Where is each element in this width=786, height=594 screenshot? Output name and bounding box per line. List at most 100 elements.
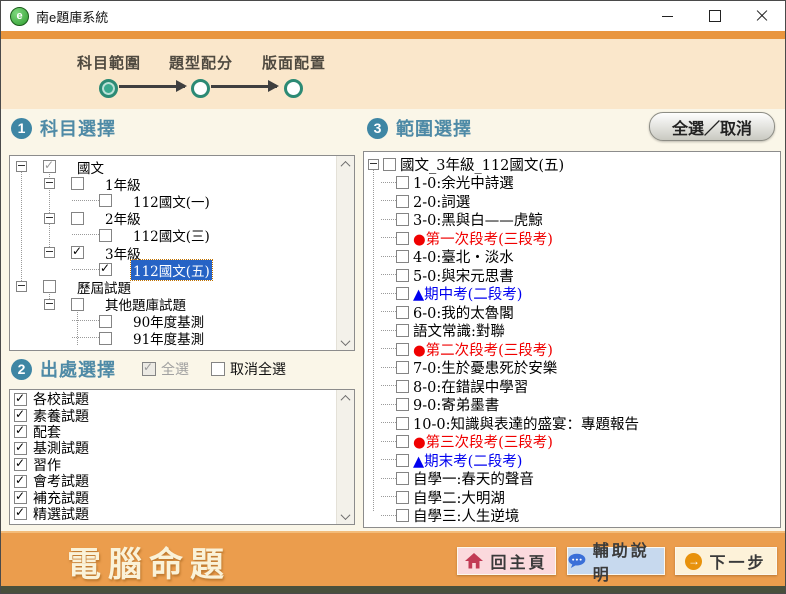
tree-row[interactable]: 9-0:寄弟墨書 bbox=[364, 396, 762, 414]
node-checkbox[interactable] bbox=[99, 194, 112, 208]
tree-row[interactable]: 自學二:大明湖 bbox=[364, 488, 762, 507]
item-checkbox[interactable] bbox=[14, 407, 27, 423]
step-circle-3-icon[interactable] bbox=[284, 79, 303, 98]
tree-row[interactable]: 3-0:黑與白——虎鯨 bbox=[364, 211, 762, 229]
maximize-button[interactable] bbox=[691, 1, 738, 31]
node-checkbox[interactable] bbox=[396, 509, 409, 523]
node-checkbox[interactable] bbox=[396, 194, 409, 208]
node-label[interactable]: 自學三:人生逆境 bbox=[411, 505, 521, 526]
item-checkbox[interactable] bbox=[14, 423, 27, 439]
tree-row[interactable]: 3年級 bbox=[10, 244, 336, 263]
node-checkbox[interactable] bbox=[396, 213, 409, 227]
tree-row[interactable]: 自學三:人生逆境 bbox=[364, 505, 762, 526]
step-circle-2-icon[interactable] bbox=[191, 79, 210, 98]
scroll-up-icon[interactable] bbox=[337, 156, 354, 172]
scroll-down-icon[interactable] bbox=[337, 334, 354, 350]
node-label[interactable]: 91年度基測 bbox=[131, 328, 206, 348]
home-button[interactable]: 回主頁 bbox=[457, 547, 556, 575]
deselect-all-checkbox[interactable]: 取消全選 bbox=[211, 359, 286, 379]
node-checkbox[interactable] bbox=[396, 305, 409, 319]
tree-row[interactable]: 112國文(五) bbox=[10, 258, 336, 281]
tree-row[interactable]: 其他題庫試題 bbox=[10, 296, 336, 314]
tree-row[interactable]: 4-0:臺北・淡水 bbox=[364, 248, 762, 266]
node-checkbox[interactable] bbox=[71, 297, 84, 311]
source-list-scrollbar[interactable] bbox=[336, 390, 354, 524]
node-checkbox[interactable] bbox=[396, 342, 409, 356]
deselect-all-checkbox-icon[interactable] bbox=[211, 362, 225, 376]
step-circle-1-icon[interactable] bbox=[99, 79, 118, 98]
node-checkbox[interactable] bbox=[396, 379, 409, 393]
expander-minus-icon[interactable] bbox=[44, 298, 55, 310]
node-checkbox[interactable] bbox=[71, 244, 84, 260]
node-checkbox[interactable] bbox=[71, 211, 84, 225]
expander-minus-icon[interactable] bbox=[16, 161, 27, 173]
select-all-checkbox[interactable]: 全選 bbox=[142, 359, 189, 379]
tree-row[interactable]: 國文 bbox=[10, 157, 336, 177]
expander-minus-icon[interactable] bbox=[44, 212, 55, 224]
tree-row[interactable]: 10-0:知識與表達的盛宴：專題報告 bbox=[364, 414, 762, 433]
tree-row[interactable]: 2年級 bbox=[10, 210, 336, 228]
scroll-down-icon[interactable] bbox=[337, 508, 354, 524]
node-checkbox[interactable] bbox=[396, 453, 409, 467]
expander-minus-icon[interactable] bbox=[44, 178, 55, 190]
node-checkbox[interactable] bbox=[396, 231, 409, 245]
tree-row[interactable]: 語文常識:對聯 bbox=[364, 322, 762, 340]
tree-row[interactable]: ●第二次段考(三段考) bbox=[364, 340, 762, 359]
node-label[interactable]: 112國文(三) bbox=[131, 225, 212, 245]
item-checkbox[interactable] bbox=[14, 489, 27, 505]
node-checkbox[interactable] bbox=[396, 398, 409, 412]
tree-row[interactable]: 2-0:詞選 bbox=[364, 192, 762, 211]
node-checkbox[interactable] bbox=[396, 287, 409, 301]
help-button[interactable]: 輔助說明 bbox=[567, 543, 665, 584]
tree-row[interactable]: 歷屆試題 bbox=[10, 278, 336, 297]
node-checkbox[interactable] bbox=[396, 361, 409, 375]
node-checkbox[interactable] bbox=[99, 314, 112, 328]
expander-minus-icon[interactable] bbox=[44, 247, 55, 259]
subject-tree-scrollbar[interactable] bbox=[336, 156, 354, 350]
tree-row[interactable]: ▲期中考(二段考) bbox=[364, 285, 762, 303]
tree-row[interactable]: 1年級 bbox=[10, 175, 336, 194]
tree-row[interactable]: 112國文(一) bbox=[10, 191, 336, 211]
node-checkbox[interactable] bbox=[396, 472, 409, 486]
node-checkbox[interactable] bbox=[383, 157, 396, 171]
tree-row[interactable]: 8-0:在錯誤中學習 bbox=[364, 377, 762, 396]
expander-minus-icon[interactable] bbox=[368, 158, 379, 170]
node-checkbox[interactable] bbox=[43, 158, 56, 174]
scroll-up-icon[interactable] bbox=[337, 390, 354, 406]
tree-row[interactable]: 自學一:春天的聲音 bbox=[364, 470, 762, 488]
node-label[interactable]: 112國文(一) bbox=[131, 191, 212, 211]
tree-row[interactable]: 1-0:余光中詩選 bbox=[364, 174, 762, 192]
close-button[interactable] bbox=[738, 1, 785, 31]
tree-row[interactable]: 90年度基測 bbox=[10, 313, 336, 331]
tree-row[interactable]: 國文_3年級_112國文(五) bbox=[364, 155, 762, 174]
node-checkbox[interactable] bbox=[396, 324, 409, 338]
source-item[interactable]: 精選試題 bbox=[10, 505, 336, 523]
item-checkbox[interactable] bbox=[14, 456, 27, 472]
toggle-select-all-button[interactable]: 全選／取消 bbox=[649, 112, 775, 141]
node-checkbox[interactable] bbox=[396, 250, 409, 264]
item-checkbox[interactable] bbox=[14, 391, 27, 406]
tree-row[interactable]: 7-0:生於憂患死於安樂 bbox=[364, 359, 762, 377]
item-checkbox[interactable] bbox=[14, 505, 27, 521]
tree-row[interactable]: ●第一次段考(三段考) bbox=[364, 229, 762, 248]
node-checkbox[interactable] bbox=[99, 228, 112, 242]
node-checkbox[interactable] bbox=[396, 490, 409, 504]
node-checkbox[interactable] bbox=[396, 416, 409, 430]
next-step-button[interactable]: → 下一步 bbox=[675, 547, 777, 575]
tree-row[interactable]: 91年度基測 bbox=[10, 328, 336, 348]
node-checkbox[interactable] bbox=[71, 177, 84, 191]
tree-row[interactable]: ▲期末考(二段考) bbox=[364, 451, 762, 470]
tree-row[interactable]: 6-0:我的太魯閣 bbox=[364, 303, 762, 322]
item-checkbox[interactable] bbox=[14, 473, 27, 488]
node-checkbox[interactable] bbox=[396, 268, 409, 282]
minimize-button[interactable] bbox=[644, 1, 691, 31]
node-label[interactable]: 國文 bbox=[75, 157, 106, 177]
node-checkbox[interactable] bbox=[396, 435, 409, 449]
node-checkbox[interactable] bbox=[99, 331, 112, 345]
tree-row[interactable]: ●第三次段考(三段考) bbox=[364, 433, 762, 451]
tree-row[interactable]: 112國文(三) bbox=[10, 225, 336, 245]
select-all-checkbox-icon[interactable] bbox=[142, 360, 156, 376]
tree-row[interactable]: 5-0:與宋元思書 bbox=[364, 266, 762, 285]
node-label[interactable]: 112國文(五) bbox=[130, 258, 213, 281]
expander-minus-icon[interactable] bbox=[16, 281, 27, 293]
